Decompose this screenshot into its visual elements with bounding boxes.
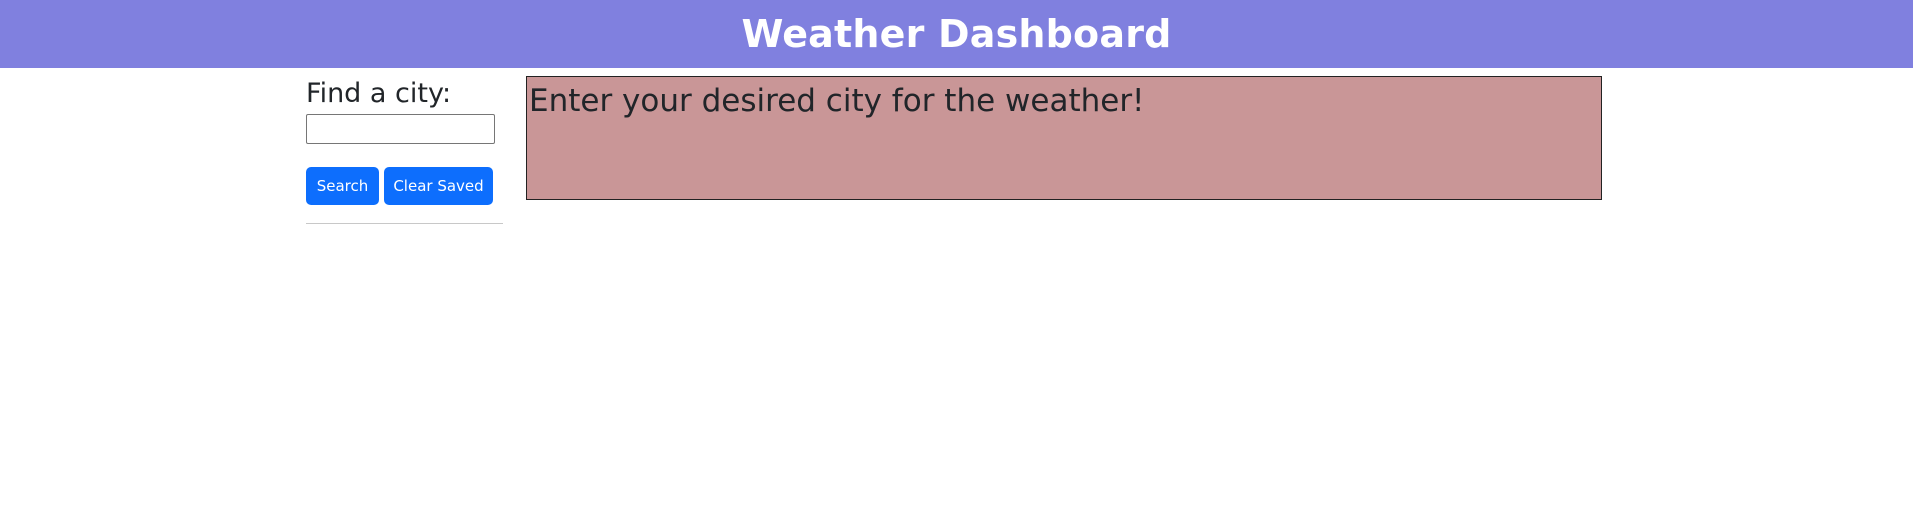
search-button-group: Search Clear Saved — [306, 167, 503, 205]
city-search-input[interactable] — [306, 114, 495, 144]
sidebar-divider — [306, 223, 503, 224]
find-city-heading: Find a city: — [306, 78, 452, 109]
weather-display-panel: Enter your desired city for the weather! — [526, 76, 1602, 200]
clear-saved-button[interactable]: Clear Saved — [384, 167, 493, 205]
city-search-panel: Find a city: Search Clear Saved — [306, 76, 503, 232]
page-header: Weather Dashboard — [0, 0, 1913, 68]
page-title: Weather Dashboard — [741, 12, 1172, 56]
search-button[interactable]: Search — [306, 167, 379, 205]
weather-prompt-message: Enter your desired city for the weather! — [529, 83, 1145, 119]
